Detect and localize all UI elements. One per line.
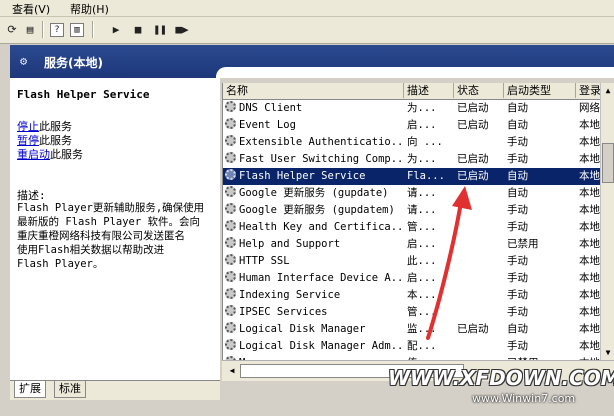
annotation-arrow-icon xyxy=(426,186,472,340)
